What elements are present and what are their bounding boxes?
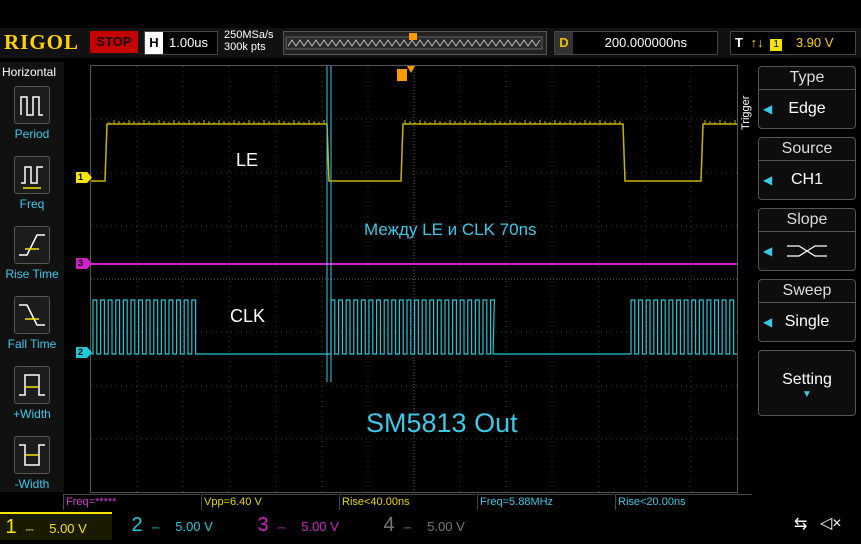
ch1-status[interactable]: 1 ⎓ 5.00 V (0, 512, 112, 540)
ch4-number: 4 (383, 514, 395, 536)
measurement-rise-ch2[interactable]: Rise<20.00ns (615, 494, 752, 510)
selector-arrow-icon: ◀ (763, 315, 773, 329)
selector-arrow-icon: ◀ (763, 102, 773, 116)
measurement-text: Rise<40.00ns (342, 496, 410, 508)
trigger-display[interactable]: T ↑↓ 1 3.90 V (730, 31, 856, 55)
trigger-section-label: Trigger (740, 95, 752, 130)
measure-plus-width-button[interactable]: +Width (0, 366, 64, 421)
plus-width-label: +Width (13, 407, 51, 421)
ch2-clk-waveform (91, 299, 738, 355)
trigger-sweep-value: Single (784, 313, 830, 330)
plus-width-icon (14, 366, 50, 404)
measure-rise-time-button[interactable]: Rise Time (0, 226, 64, 281)
sound-icon[interactable]: ◁× (820, 513, 842, 533)
overview-trigger-marker (409, 33, 417, 40)
measurement-freq-ch3[interactable]: Freq=***** (63, 494, 200, 510)
ch1-scale: 5.00 V (49, 521, 87, 536)
sample-rate: 250MSa/s (224, 29, 274, 41)
timebase-label: H (145, 32, 163, 54)
device-annotation: SM5813 Out (366, 408, 518, 438)
measurement-text: Freq=5.88MHz (480, 496, 554, 508)
usb-icon: ⇆ (794, 516, 808, 533)
run-stop-status[interactable]: STOP (90, 31, 138, 53)
ch3-number: 3 (257, 514, 269, 536)
measure-minus-width-button[interactable]: -Width (0, 436, 64, 491)
any-edge-slope-icon (787, 245, 827, 257)
le-annotation: LE (236, 150, 259, 170)
ch1-number: 1 (5, 516, 17, 538)
horizontal-menu-title: Horizontal (2, 65, 57, 79)
ch2-status[interactable]: 2 ⎓ 5.00 V (126, 512, 238, 538)
memory-overview-waveform (285, 33, 543, 50)
fall-time-label: Fall Time (7, 337, 57, 351)
selector-arrow-icon: ◀ (763, 173, 773, 187)
measure-freq-button[interactable]: Freq (0, 156, 64, 211)
trigger-sweep-button[interactable]: Sweep ◀ Single (758, 279, 856, 342)
timing-annotation: Между LE и CLK 70ns (364, 220, 537, 239)
acquisition-info: 250MSa/s 300k pts (224, 29, 274, 53)
measurement-rise-ch1[interactable]: Rise<40.00ns (339, 494, 476, 510)
trigger-source-title: Source (759, 138, 855, 161)
measurement-freq-ch2[interactable]: Freq=5.88MHz (477, 494, 614, 510)
trigger-source-value: CH1 (790, 171, 823, 188)
dc-coupling-icon: ⎓ (277, 523, 286, 534)
trigger-edge-icon: ↑↓ (750, 35, 764, 50)
trigger-setting-title: Setting (782, 371, 832, 388)
submenu-down-icon: ▼ (802, 389, 812, 400)
trigger-setting-button[interactable]: Setting ▼ (758, 350, 856, 416)
trigger-source-badge: 1 (770, 39, 783, 51)
delay-label: D (555, 32, 573, 54)
freq-icon (14, 156, 50, 194)
trigger-slope-title: Slope (759, 209, 855, 232)
timebase-value: 1.00us (169, 35, 209, 50)
ch3-scale: 5.00 V (301, 519, 339, 534)
trigger-type-title: Type (759, 67, 855, 90)
timebase-display[interactable]: H 1.00us (144, 31, 218, 55)
trigger-level-value: 3.90 V (795, 35, 834, 50)
delay-display[interactable]: D 200.000000ns (554, 31, 718, 55)
freq-label: Freq (19, 197, 45, 211)
clk-annotation: CLK (230, 306, 266, 326)
minus-width-label: -Width (14, 477, 50, 491)
trigger-type-value: Edge (788, 100, 826, 117)
dc-coupling-icon: ⎓ (403, 523, 412, 534)
measurement-text: Rise<20.00ns (618, 496, 686, 508)
trigger-sweep-title: Sweep (759, 280, 855, 303)
memory-depth: 300k pts (224, 41, 266, 53)
minus-width-icon (14, 436, 50, 474)
dc-coupling-icon: ⎓ (25, 525, 34, 536)
memory-overview-bar[interactable] (283, 31, 547, 55)
measure-fall-time-button[interactable]: Fall Time (0, 296, 64, 351)
ch4-status[interactable]: 4 ⎓ 5.00 V (378, 512, 490, 538)
ch2-number: 2 (131, 514, 143, 536)
ch4-scale: 5.00 V (427, 519, 465, 534)
period-icon (14, 86, 50, 124)
selector-arrow-icon: ◀ (763, 244, 773, 258)
trigger-slope-button[interactable]: Slope ◀ (758, 208, 856, 271)
period-label: Period (14, 127, 50, 141)
trigger-source-button[interactable]: Source ◀ CH1 (758, 137, 856, 200)
trigger-type-button[interactable]: Type ◀ Edge (758, 66, 856, 129)
fall-time-icon (14, 296, 50, 334)
ch3-status[interactable]: 3 ⎓ 5.00 V (252, 512, 364, 538)
measure-period-button[interactable]: Period (0, 86, 64, 141)
rigol-logo: RIGOL (4, 30, 80, 54)
ch2-scale: 5.00 V (175, 519, 213, 534)
measurement-vpp-ch1[interactable]: Vpp=6.40 V (201, 494, 338, 510)
measurement-text: Vpp=6.40 V (204, 496, 262, 508)
delay-value: 200.000000ns (604, 35, 688, 50)
trigger-label: T (735, 35, 743, 50)
trigger-t-marker (397, 69, 407, 81)
measurement-text: Freq=***** (66, 496, 117, 508)
dc-coupling-icon: ⎓ (151, 523, 160, 534)
rise-time-icon (14, 226, 50, 264)
rise-time-label: Rise Time (5, 267, 59, 281)
